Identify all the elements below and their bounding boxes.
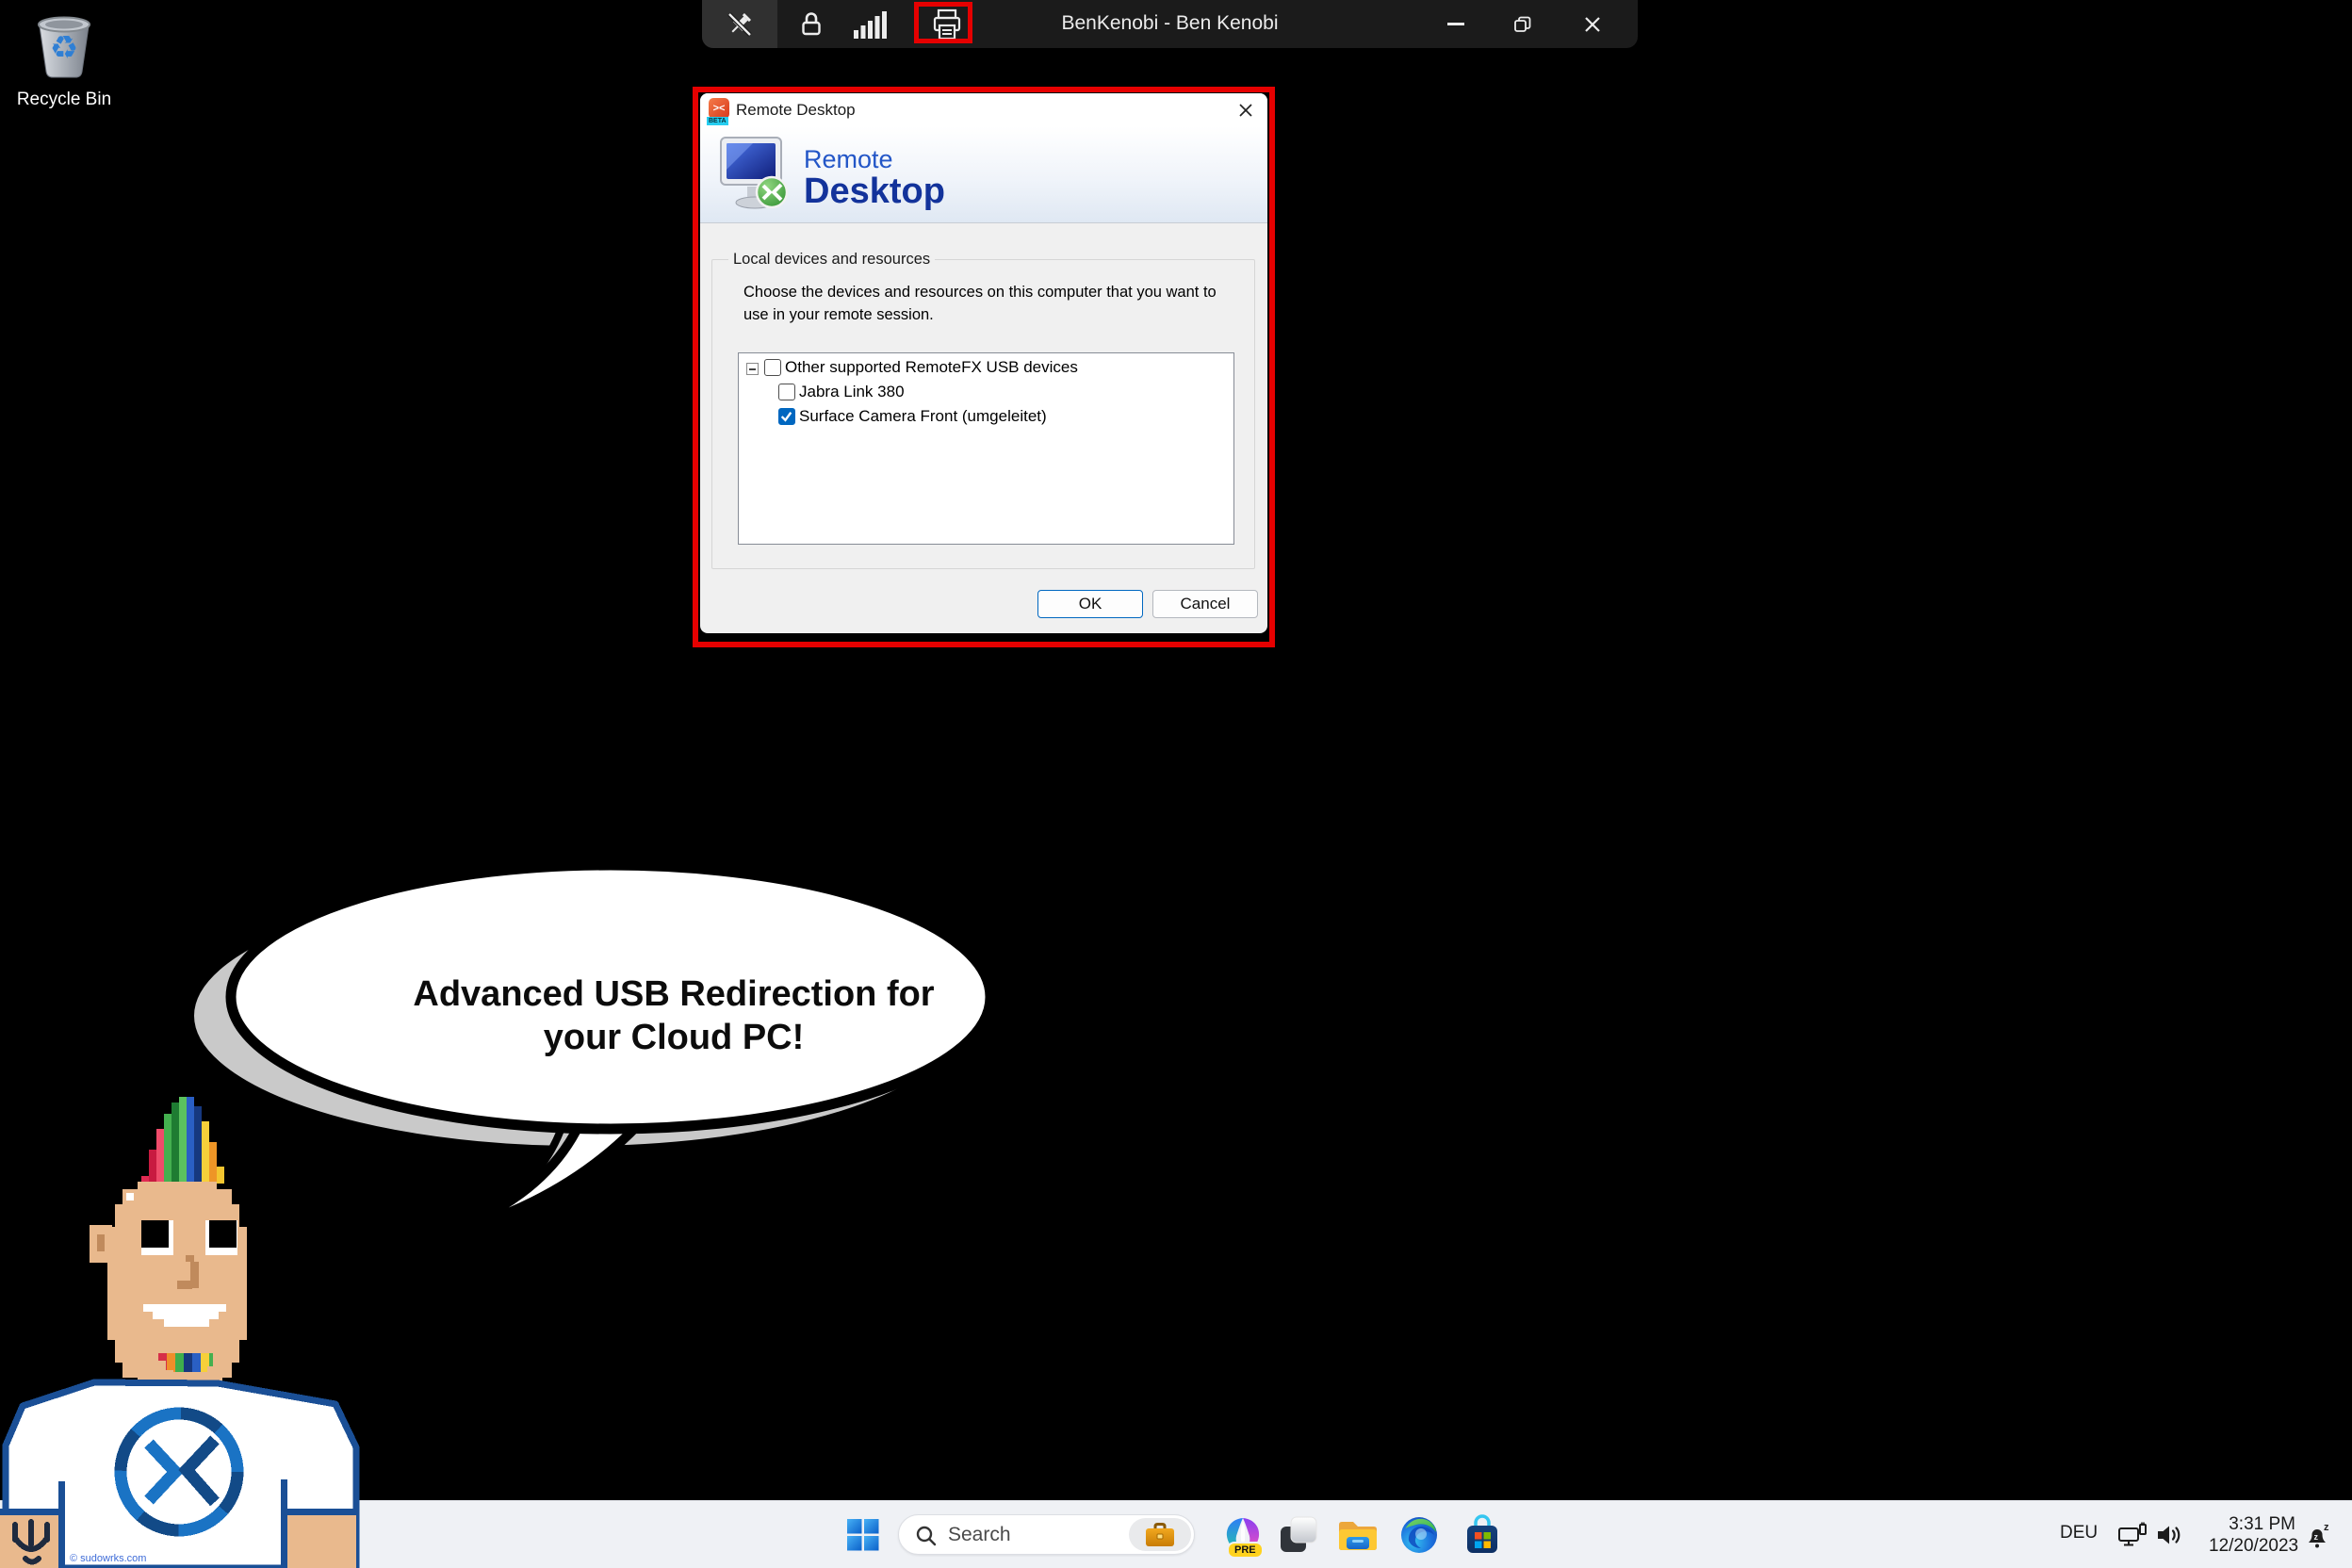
recycle-bin-label: Recycle Bin — [13, 90, 115, 110]
rdp-connection-bar: BenKenobi - Ben Kenobi — [702, 0, 1638, 48]
speech-bubble-text: Advanced USB Redirection for your Cloud … — [391, 972, 956, 1059]
file-explorer-icon — [1337, 1516, 1379, 1554]
notification-bell-icon[interactable]: z z — [2301, 1520, 2333, 1552]
svg-text:z: z — [2324, 1522, 2329, 1533]
annotation-box-dialog — [693, 87, 1275, 647]
network-icon[interactable] — [2118, 1522, 2148, 1548]
microsoft-store-button[interactable] — [1462, 1514, 1503, 1556]
connection-bar-title: BenKenobi - Ben Kenobi — [702, 12, 1638, 35]
copilot-button[interactable]: PRE — [1222, 1514, 1264, 1556]
search-icon — [915, 1525, 938, 1547]
speech-line1: Advanced USB Redirection for — [391, 972, 956, 1016]
annotation-box-printer-icon — [914, 2, 972, 43]
edge-icon — [1399, 1515, 1439, 1555]
edge-button[interactable] — [1398, 1514, 1440, 1556]
restore-button[interactable] — [1501, 0, 1544, 48]
file-explorer-button[interactable] — [1337, 1514, 1379, 1556]
copilot-pre-badge: PRE — [1227, 1542, 1264, 1559]
svg-text:♻: ♻ — [50, 29, 78, 67]
search-box[interactable]: Search — [898, 1514, 1195, 1555]
punk-mascot-character — [0, 1093, 368, 1568]
rdp-logo-on-shirt — [121, 1413, 237, 1530]
app-windows-button[interactable] — [1278, 1514, 1319, 1556]
windows-logo-icon — [847, 1519, 879, 1551]
tray-date: 12/20/2023 — [2209, 1535, 2295, 1557]
watermark: © sudowrks.com — [70, 1553, 146, 1564]
rainbow-mohawk — [141, 1097, 224, 1184]
overlapping-windows-icon — [1279, 1515, 1318, 1555]
minimize-icon — [1447, 23, 1464, 25]
clock[interactable]: 3:31 PM 12/20/2023 — [2209, 1513, 2295, 1557]
volume-icon[interactable] — [2156, 1523, 2184, 1547]
close-button[interactable] — [1571, 0, 1614, 48]
work-account-badge[interactable] — [1129, 1518, 1191, 1551]
right-arm — [287, 1515, 356, 1568]
svg-text:z: z — [2314, 1532, 2319, 1542]
speech-line2: your Cloud PC! — [391, 1016, 956, 1059]
minimize-button[interactable] — [1434, 0, 1478, 48]
search-placeholder: Search — [948, 1524, 1011, 1546]
start-button[interactable] — [842, 1514, 884, 1556]
microsoft-store-icon — [1463, 1514, 1501, 1556]
recycle-bin-icon: ♻ — [26, 6, 102, 83]
tray-time: 3:31 PM — [2209, 1513, 2295, 1535]
desktop: ♻ Recycle Bin — [0, 0, 2352, 1568]
close-icon — [1582, 14, 1603, 35]
language-indicator[interactable]: DEU — [2060, 1523, 2098, 1544]
recycle-bin-shortcut[interactable]: ♻ Recycle Bin — [13, 6, 115, 110]
restore-icon — [1511, 13, 1534, 36]
briefcase-icon — [1145, 1522, 1175, 1548]
